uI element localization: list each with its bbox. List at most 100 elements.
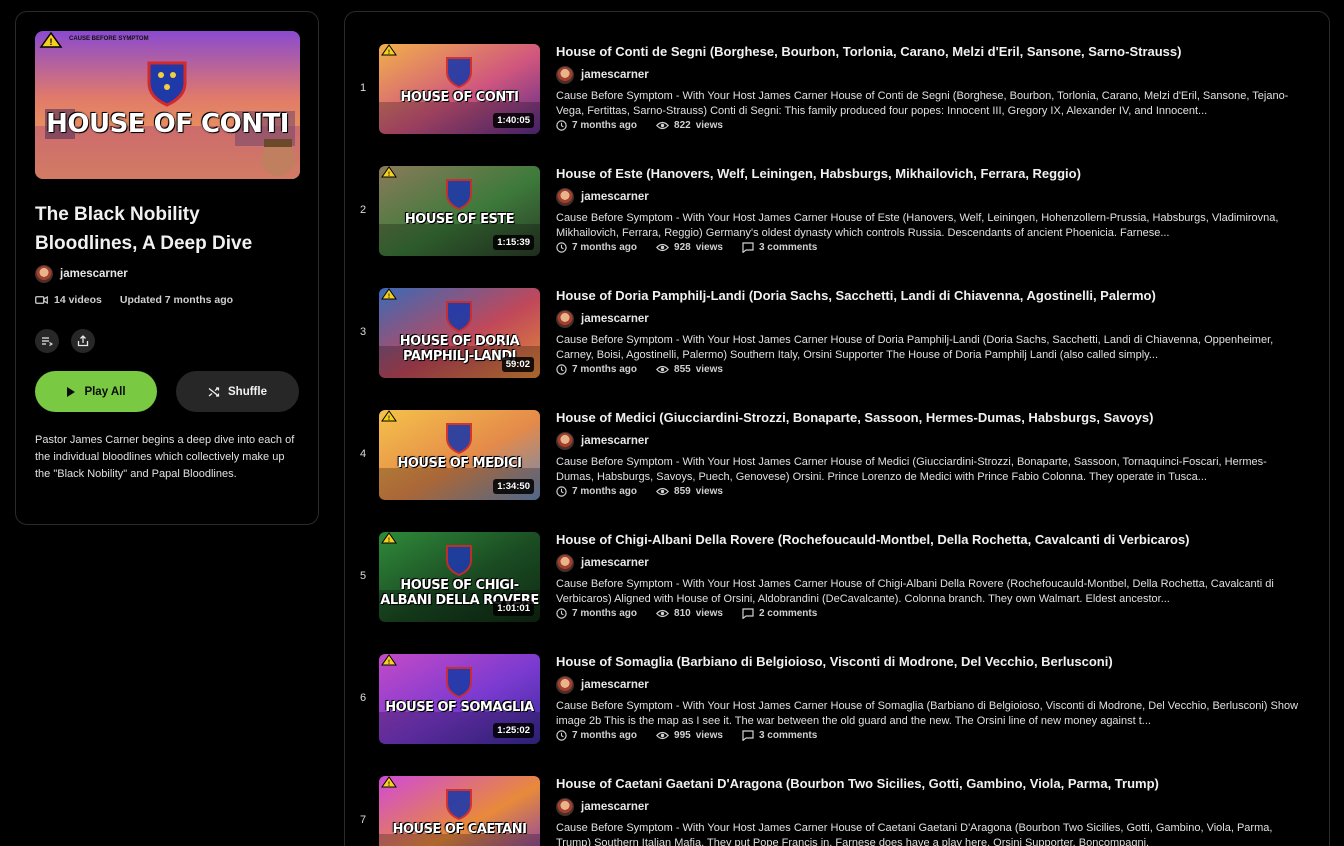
video-row[interactable]: 1 ! HOUSE OF CONTI 1:40:05 House of Cont… (345, 44, 1331, 154)
share-icon (77, 335, 89, 347)
avatar (556, 554, 574, 572)
video-age: 7 months ago (572, 120, 638, 131)
video-row[interactable]: 3 ! HOUSE OF DORIA PAMPHILJ-LANDI 59:02 (345, 288, 1331, 398)
video-duration: 1:01:01 (493, 601, 534, 616)
video-thumbnail[interactable]: ! HOUSE OF CAETANI (379, 776, 540, 846)
video-views: 810 (674, 608, 691, 619)
video-author[interactable]: jamescarner (556, 554, 649, 572)
video-author[interactable]: jamescarner (556, 432, 649, 450)
video-count: 14 videos (54, 294, 102, 306)
updated-text: Updated 7 months ago (119, 294, 234, 306)
thumb-text: HOUSE OF SOMAGLIA (385, 700, 534, 715)
video-title[interactable]: House of Medici (Giucciardini-Strozzi, B… (556, 410, 1316, 425)
video-views: 928 (674, 242, 691, 253)
playlist-author[interactable]: jamescarner (35, 265, 128, 283)
svg-text:!: ! (388, 782, 390, 788)
video-title[interactable]: House of Somaglia (Barbiano di Belgioios… (556, 654, 1316, 669)
video-duration: 1:34:50 (493, 479, 534, 494)
playlist-thumbnail[interactable]: ! CAUSE BEFORE SYMPTOM HOUSE OF CONTI (35, 31, 300, 179)
svg-text:!: ! (388, 660, 390, 666)
video-list: 1 ! HOUSE OF CONTI 1:40:05 House of Cont… (344, 11, 1330, 846)
video-camera-icon (35, 295, 48, 305)
video-thumbnail[interactable]: ! HOUSE OF CHIGI-ALBANI DELLA ROVERE 1:0… (379, 532, 540, 622)
avatar (556, 310, 574, 328)
eye-icon (656, 365, 670, 374)
clock-icon (556, 730, 567, 741)
playlist-description: Pastor James Carner begins a deep dive i… (35, 434, 295, 480)
eye-icon (656, 731, 670, 740)
video-stats: 7 months ago 855 views (556, 364, 728, 375)
video-author[interactable]: jamescarner (556, 310, 649, 328)
video-row[interactable]: 7 ! HOUSE OF CAETANI House of Caetani Ga… (345, 776, 1331, 846)
video-thumbnail[interactable]: ! HOUSE OF DORIA PAMPHILJ-LANDI 59:02 (379, 288, 540, 378)
playlist-actions (35, 329, 95, 353)
svg-text:!: ! (388, 172, 390, 178)
video-stats: 7 months ago 995 views 3 comments (556, 730, 817, 741)
thumb-text: HOUSE OF CONTI (400, 90, 519, 105)
author-name: jamescarner (581, 69, 649, 81)
svg-text:!: ! (50, 37, 53, 47)
video-author[interactable]: jamescarner (556, 188, 649, 206)
eye-icon (656, 121, 670, 130)
video-thumbnail[interactable]: ! HOUSE OF ESTE 1:15:39 (379, 166, 540, 256)
playlist-meta: 14 videos Updated 7 months ago (35, 294, 233, 306)
video-views-label: views (695, 608, 723, 619)
video-age: 7 months ago (572, 364, 638, 375)
video-age: 7 months ago (572, 242, 638, 253)
comment-icon (742, 608, 754, 619)
video-title[interactable]: House of Chigi-Albani Della Rovere (Roch… (556, 532, 1316, 547)
video-views: 995 (674, 730, 691, 741)
video-duration: 1:15:39 (493, 235, 534, 250)
eye-icon (656, 487, 670, 496)
svg-text:!: ! (388, 294, 390, 300)
video-age: 7 months ago (572, 486, 638, 497)
video-comments: 2 comments (758, 608, 818, 619)
video-title[interactable]: House of Doria Pamphilj-Landi (Doria Sac… (556, 288, 1316, 303)
video-duration: 1:40:05 (493, 113, 534, 128)
avatar (556, 188, 574, 206)
thumb-text: HOUSE OF CAETANI (392, 822, 527, 837)
eye-icon (656, 609, 670, 618)
video-views-label: views (695, 120, 723, 131)
video-views-label: views (695, 486, 723, 497)
video-stats: 7 months ago 810 views 2 comments (556, 608, 817, 619)
playlist-card: ! CAUSE BEFORE SYMPTOM HOUSE OF CONTI Th… (15, 11, 319, 525)
video-author[interactable]: jamescarner (556, 798, 649, 816)
video-row[interactable]: 6 ! HOUSE OF SOMAGLIA 1:25:02 House of S… (345, 654, 1331, 764)
svg-text:!: ! (388, 416, 390, 422)
video-row[interactable]: 5 ! HOUSE OF CHIGI-ALBANI DELLA ROVERE 1… (345, 532, 1331, 642)
video-author[interactable]: jamescarner (556, 676, 649, 694)
video-thumbnail[interactable]: ! HOUSE OF CONTI 1:40:05 (379, 44, 540, 134)
video-row[interactable]: 2 ! HOUSE OF ESTE 1:15:39 House of Este … (345, 166, 1331, 276)
video-title[interactable]: House of Caetani Gaetani D'Aragona (Bour… (556, 776, 1316, 791)
video-description: Cause Before Symptom - With Your Host Ja… (556, 822, 1273, 846)
comment-icon (742, 730, 754, 741)
svg-text:!: ! (388, 538, 390, 544)
video-views: 822 (674, 120, 691, 131)
author-name: jamescarner (581, 801, 649, 813)
play-icon (67, 386, 76, 397)
video-title[interactable]: House of Conti de Segni (Borghese, Bourb… (556, 44, 1316, 59)
video-description: Cause Before Symptom - With Your Host Ja… (556, 90, 1289, 117)
clock-icon (556, 486, 567, 497)
shuffle-button[interactable]: Shuffle (176, 371, 299, 412)
avatar (556, 676, 574, 694)
video-title[interactable]: House of Este (Hanovers, Welf, Leiningen… (556, 166, 1316, 181)
eye-icon (656, 243, 670, 252)
playlist-thumb-badge: CAUSE BEFORE SYMPTOM (69, 36, 149, 42)
video-row[interactable]: 4 ! HOUSE OF MEDICI 1:34:50 House of Med… (345, 410, 1331, 520)
video-thumbnail[interactable]: ! HOUSE OF SOMAGLIA 1:25:02 (379, 654, 540, 744)
avatar (556, 66, 574, 84)
video-age: 7 months ago (572, 608, 638, 619)
avatar (35, 265, 53, 283)
video-index: 1 (359, 82, 367, 94)
video-views: 859 (674, 486, 691, 497)
add-to-queue-button[interactable] (35, 329, 59, 353)
video-thumbnail[interactable]: ! HOUSE OF MEDICI 1:34:50 (379, 410, 540, 500)
share-button[interactable] (71, 329, 95, 353)
video-views-label: views (695, 242, 723, 253)
video-stats: 7 months ago 859 views (556, 486, 728, 497)
video-author[interactable]: jamescarner (556, 66, 649, 84)
video-index: 4 (359, 448, 367, 460)
play-all-button[interactable]: Play All (35, 371, 157, 412)
